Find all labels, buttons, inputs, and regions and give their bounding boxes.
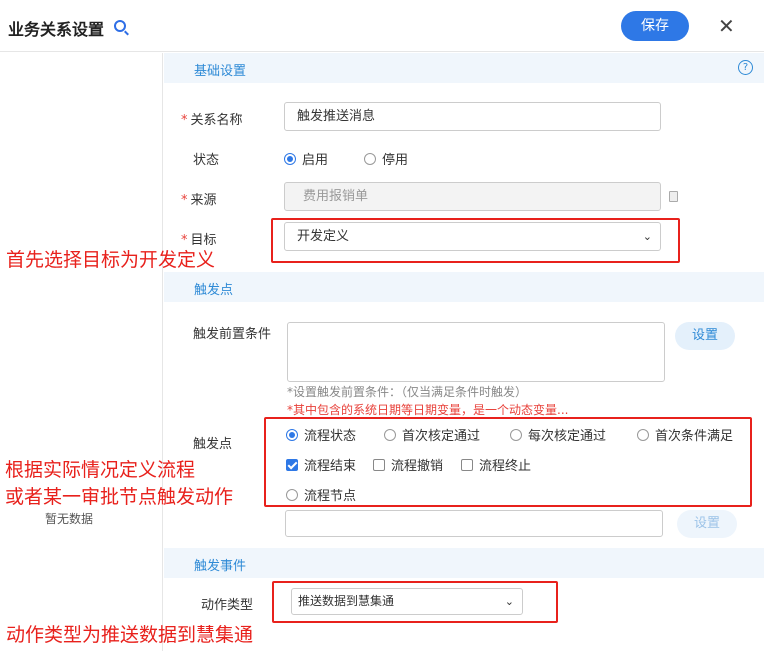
save-button[interactable]: 保存 xyxy=(621,11,689,41)
highlight-action-type xyxy=(272,581,558,623)
annotation-flow-line1: 根据实际情况定义流程 xyxy=(5,459,196,481)
precondition-warning: *其中包含的系统日期等日期变量，是一个动态变量... xyxy=(287,403,569,417)
annotation-target: 首先选择目标为开发定义 xyxy=(6,249,216,271)
section-title-trigger-point: 触发点 xyxy=(194,283,234,298)
annotation-action-type: 动作类型为推送数据到慧集通 xyxy=(6,624,254,646)
document-icon[interactable] xyxy=(669,191,678,202)
flow-node-set-button: 设置 xyxy=(677,510,737,538)
highlight-trigger-point xyxy=(264,417,752,507)
status-disable-radio[interactable]: 停用 xyxy=(364,149,408,168)
flow-node-input[interactable] xyxy=(285,510,663,537)
trigger-point-label: 触发点 xyxy=(193,437,233,452)
status-enable-radio[interactable]: 启用 xyxy=(284,149,328,168)
name-label: * 关系名称 xyxy=(181,113,243,128)
highlight-target xyxy=(271,218,680,263)
precondition-set-button[interactable]: 设置 xyxy=(675,322,735,350)
section-title-basic: 基础设置 xyxy=(194,64,247,79)
source-label: * 来源 xyxy=(181,193,217,208)
help-icon[interactable]: ? xyxy=(738,60,753,75)
source-input: 费用报销单 xyxy=(284,182,661,211)
dialog-title: 业务关系设置 xyxy=(8,20,105,39)
precondition-textarea[interactable] xyxy=(287,322,665,382)
section-trigger-point: 触发点 xyxy=(164,272,764,302)
annotation-flow-line2: 或者某一审批节点触发动作 xyxy=(5,486,234,508)
empty-text: 暂无数据 xyxy=(45,512,94,526)
zoom-icon[interactable] xyxy=(114,20,126,32)
status-label: 状态 xyxy=(193,153,220,168)
section-trigger-event: 触发事件 xyxy=(164,548,764,578)
action-type-label: 动作类型 xyxy=(201,598,254,613)
dialog-header: 业务关系设置 保存 ✕ xyxy=(0,0,764,52)
section-title-trigger-event: 触发事件 xyxy=(194,559,247,574)
section-basic: 基础设置 xyxy=(164,53,764,83)
name-input[interactable]: 触发推送消息 xyxy=(284,102,661,131)
left-panel xyxy=(0,53,163,651)
precondition-label: 触发前置条件 xyxy=(193,327,272,342)
precondition-hint: *设置触发前置条件：（仅当满足条件时触发） xyxy=(287,385,528,399)
close-icon[interactable]: ✕ xyxy=(718,16,735,36)
